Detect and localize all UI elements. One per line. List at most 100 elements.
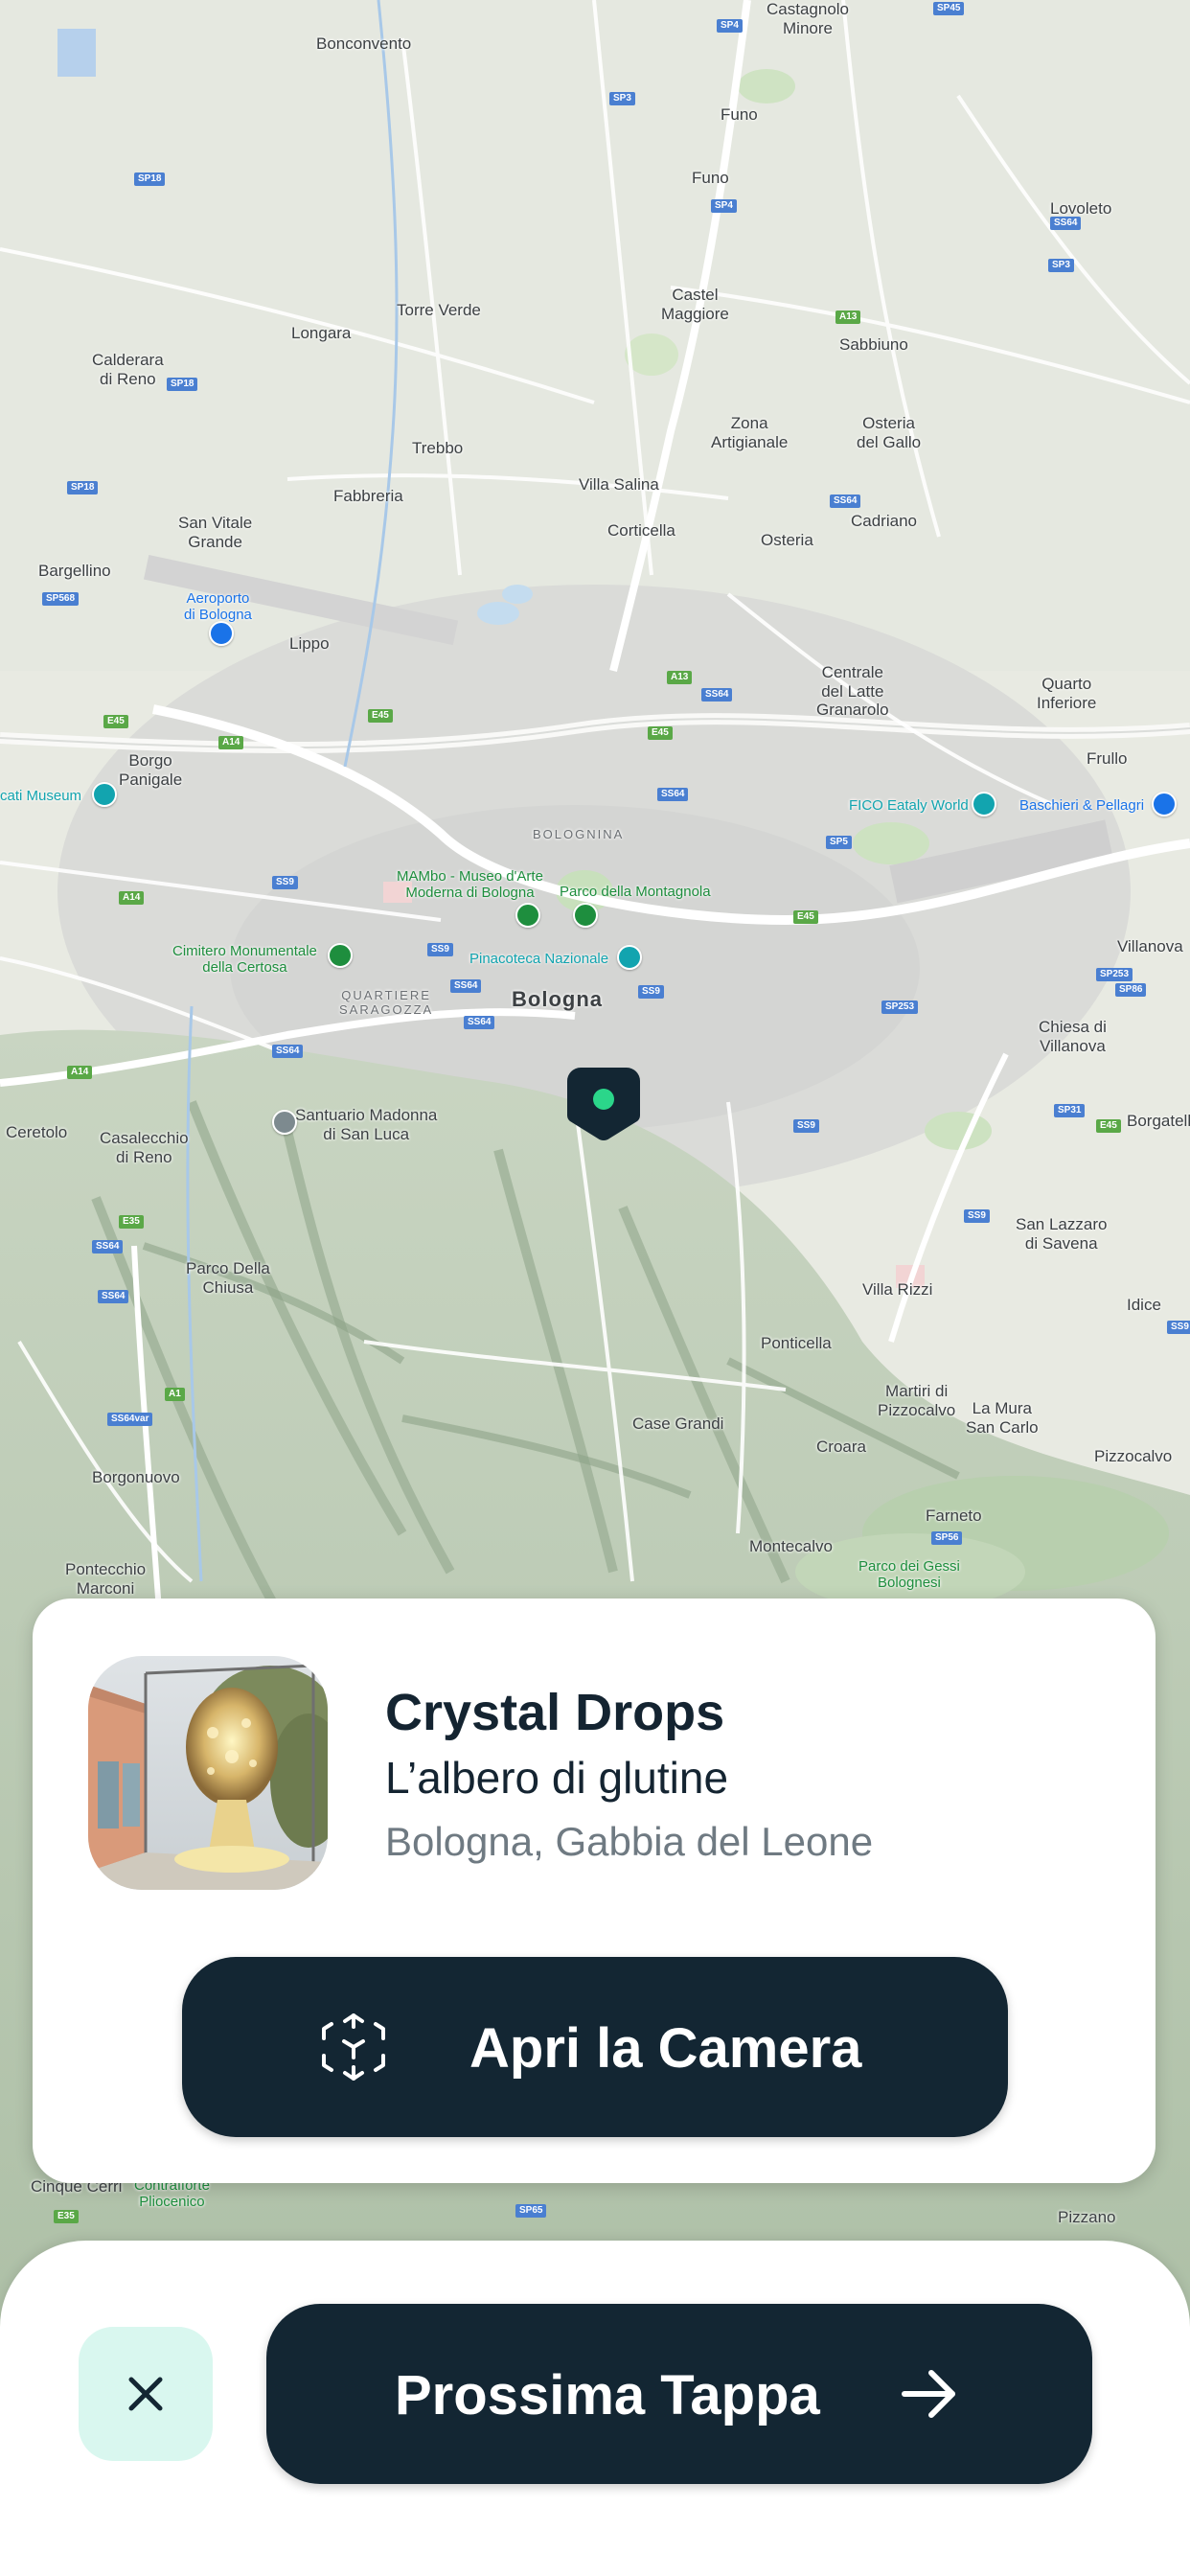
artwork-title: Crystal Drops [385, 1684, 725, 1741]
map-label-croara: Croara [816, 1438, 866, 1456]
road-shield: SP65 [515, 2204, 547, 2218]
map-label-castagnolo: Castagnolo Minore [767, 0, 850, 37]
road-shield: A14 [218, 736, 244, 749]
map-label-farneto: Farneto [926, 1506, 982, 1525]
road-shield: E45 [103, 715, 128, 728]
map-label-idice: Idice [1127, 1296, 1161, 1314]
map-label-ducati-museum: cati Museum [0, 788, 82, 804]
map-label-sabbiuno: Sabbiuno [839, 335, 908, 354]
map-label-ceretolo: Ceretolo [6, 1123, 68, 1141]
road-shield: SP18 [134, 172, 166, 186]
road-shield: SS64 [830, 494, 861, 508]
map-label-san-lazzaro: San Lazzaro di Savena [1016, 1215, 1108, 1253]
park-pin-icon[interactable] [573, 903, 598, 928]
map-label-casalecchio: Casalecchio di Reno [100, 1129, 189, 1166]
road-shield: SS9 [1167, 1321, 1190, 1334]
map-label-quartiere-saragozza: QUARTIERE SARAGOZZA [339, 988, 434, 1017]
map-label-bolognina: BOLOGNINA [533, 827, 625, 841]
road-shield: SS64 [272, 1045, 304, 1058]
map-label-funo-2: Funo [692, 169, 729, 187]
map-label-borgatella: Borgatella [1127, 1112, 1190, 1130]
artwork-photo [88, 1656, 328, 1890]
map-label-torre-verde: Torre Verde [397, 301, 481, 319]
artwork-info-card[interactable]: Crystal Drops L’albero di glutine Bologn… [33, 1598, 1156, 2183]
map-label-martiri: Martiri di Pizzocalvo [878, 1382, 956, 1419]
selected-artwork-marker[interactable] [567, 1068, 640, 1140]
close-button[interactable] [79, 2327, 213, 2461]
map-label-villanova: Villanova [1117, 937, 1183, 955]
map-label-parco-chiusa: Parco Della Chiusa [186, 1259, 270, 1297]
road-shield: SS64 [464, 1016, 495, 1029]
airport-pin-icon[interactable] [209, 621, 234, 646]
road-shield: SP5 [826, 836, 852, 849]
map-label-mambo: MAMbo - Museo d'Arte Moderna di Bologna [397, 868, 543, 902]
road-shield: SP56 [931, 1531, 963, 1545]
road-shield: SP45 [933, 2, 965, 15]
map-label-corticella: Corticella [607, 521, 675, 540]
artwork-location: Bologna, Gabbia del Leone [385, 1819, 874, 1864]
map-label-castel-maggiore: Castel Maggiore [661, 286, 729, 323]
map-label-osteria: Osteria [761, 531, 813, 549]
map-label-cadriano: Cadriano [851, 512, 917, 530]
map-label-lippo: Lippo [289, 634, 330, 653]
map-label-pizzocalvo: Pizzocalvo [1094, 1447, 1173, 1465]
shop-pin-icon[interactable] [1152, 792, 1177, 816]
road-shield: SS64 [701, 688, 733, 702]
next-stop-button[interactable]: Prossima Tappa [266, 2304, 1092, 2484]
map-label-trebbo: Trebbo [412, 439, 464, 457]
road-shield: A14 [119, 891, 145, 905]
museum-pin-icon[interactable] [92, 782, 117, 807]
map-label-villa-salina: Villa Salina [579, 475, 659, 494]
church-pin-icon[interactable] [272, 1110, 297, 1135]
map-label-pontecchio: Pontecchio Marconi [65, 1560, 147, 1598]
map-label-bologna: Bologna [512, 987, 603, 1011]
road-shield: A13 [667, 671, 693, 684]
pinacoteca-pin-icon[interactable] [617, 945, 642, 970]
open-camera-label: Apri la Camera [469, 2017, 862, 2080]
road-shield: SP253 [881, 1000, 919, 1014]
map-view[interactable]: Castagnolo Minore Bonconvento Funo Funo … [0, 0, 1190, 2576]
map-label-fico: FICO Eataly World [849, 797, 969, 814]
map-label-funo-1: Funo [721, 105, 758, 124]
map-label-quarto-inferiore: Quarto Inferiore [1037, 675, 1097, 712]
close-icon [128, 2377, 163, 2411]
map-label-zona-artigianale: Zona Artigianale [711, 414, 789, 451]
road-shield: SP3 [609, 92, 635, 105]
road-shield: SS64 [92, 1240, 124, 1254]
road-shield: SP253 [1096, 968, 1133, 981]
road-shield: SS64var [107, 1413, 153, 1426]
map-marker-icon [567, 1068, 640, 1140]
mambo-pin-icon[interactable] [515, 903, 540, 928]
cemetery-pin-icon[interactable] [328, 943, 353, 968]
map-label-cimitero: Cimitero Monumentale della Certosa [172, 943, 317, 977]
next-stop-label: Prossima Tappa [395, 2364, 820, 2426]
map-label-borgonuovo: Borgonuovo [92, 1468, 180, 1486]
map-label-villa-rizzi: Villa Rizzi [862, 1280, 933, 1299]
map-label-montecalvo: Montecalvo [749, 1537, 833, 1555]
map-label-longara: Longara [291, 324, 352, 342]
map-label-fabbreria: Fabbreria [333, 487, 403, 505]
road-shield: SP4 [717, 19, 743, 33]
road-shield: E45 [368, 709, 393, 723]
road-shield: E35 [119, 1215, 144, 1229]
map-label-centrale-granarolo: Centrale del Latte Granarolo [816, 663, 889, 720]
map-label-parco-gessi: Parco dei Gessi Bolognesi [858, 1558, 960, 1592]
open-camera-button[interactable]: Apri la Camera [182, 1957, 1008, 2137]
bottom-action-bar: Prossima Tappa [0, 2241, 1190, 2576]
map-label-ponticella: Ponticella [761, 1334, 832, 1352]
map-label-frullo: Frullo [1087, 749, 1128, 768]
road-shield: E45 [648, 726, 673, 740]
road-shield: SP18 [67, 481, 99, 494]
map-label-bargellino: Bargellino [38, 562, 111, 580]
road-shield: SS9 [964, 1209, 990, 1223]
artwork-thumbnail[interactable] [88, 1656, 328, 1890]
map-label-parco-montagnola: Parco della Montagnola [560, 884, 711, 900]
map-label-la-mura: La Mura San Carlo [966, 1399, 1039, 1437]
map-label-pinacoteca: Pinacoteca Nazionale [469, 951, 609, 967]
fico-pin-icon[interactable] [972, 792, 996, 816]
road-shield: SP31 [1054, 1104, 1086, 1117]
arrow-right-icon [902, 2370, 955, 2418]
road-shield: SS9 [272, 876, 298, 889]
road-shield: SP3 [1048, 259, 1074, 272]
map-label-osteria-del-gallo: Osteria del Gallo [857, 414, 922, 451]
